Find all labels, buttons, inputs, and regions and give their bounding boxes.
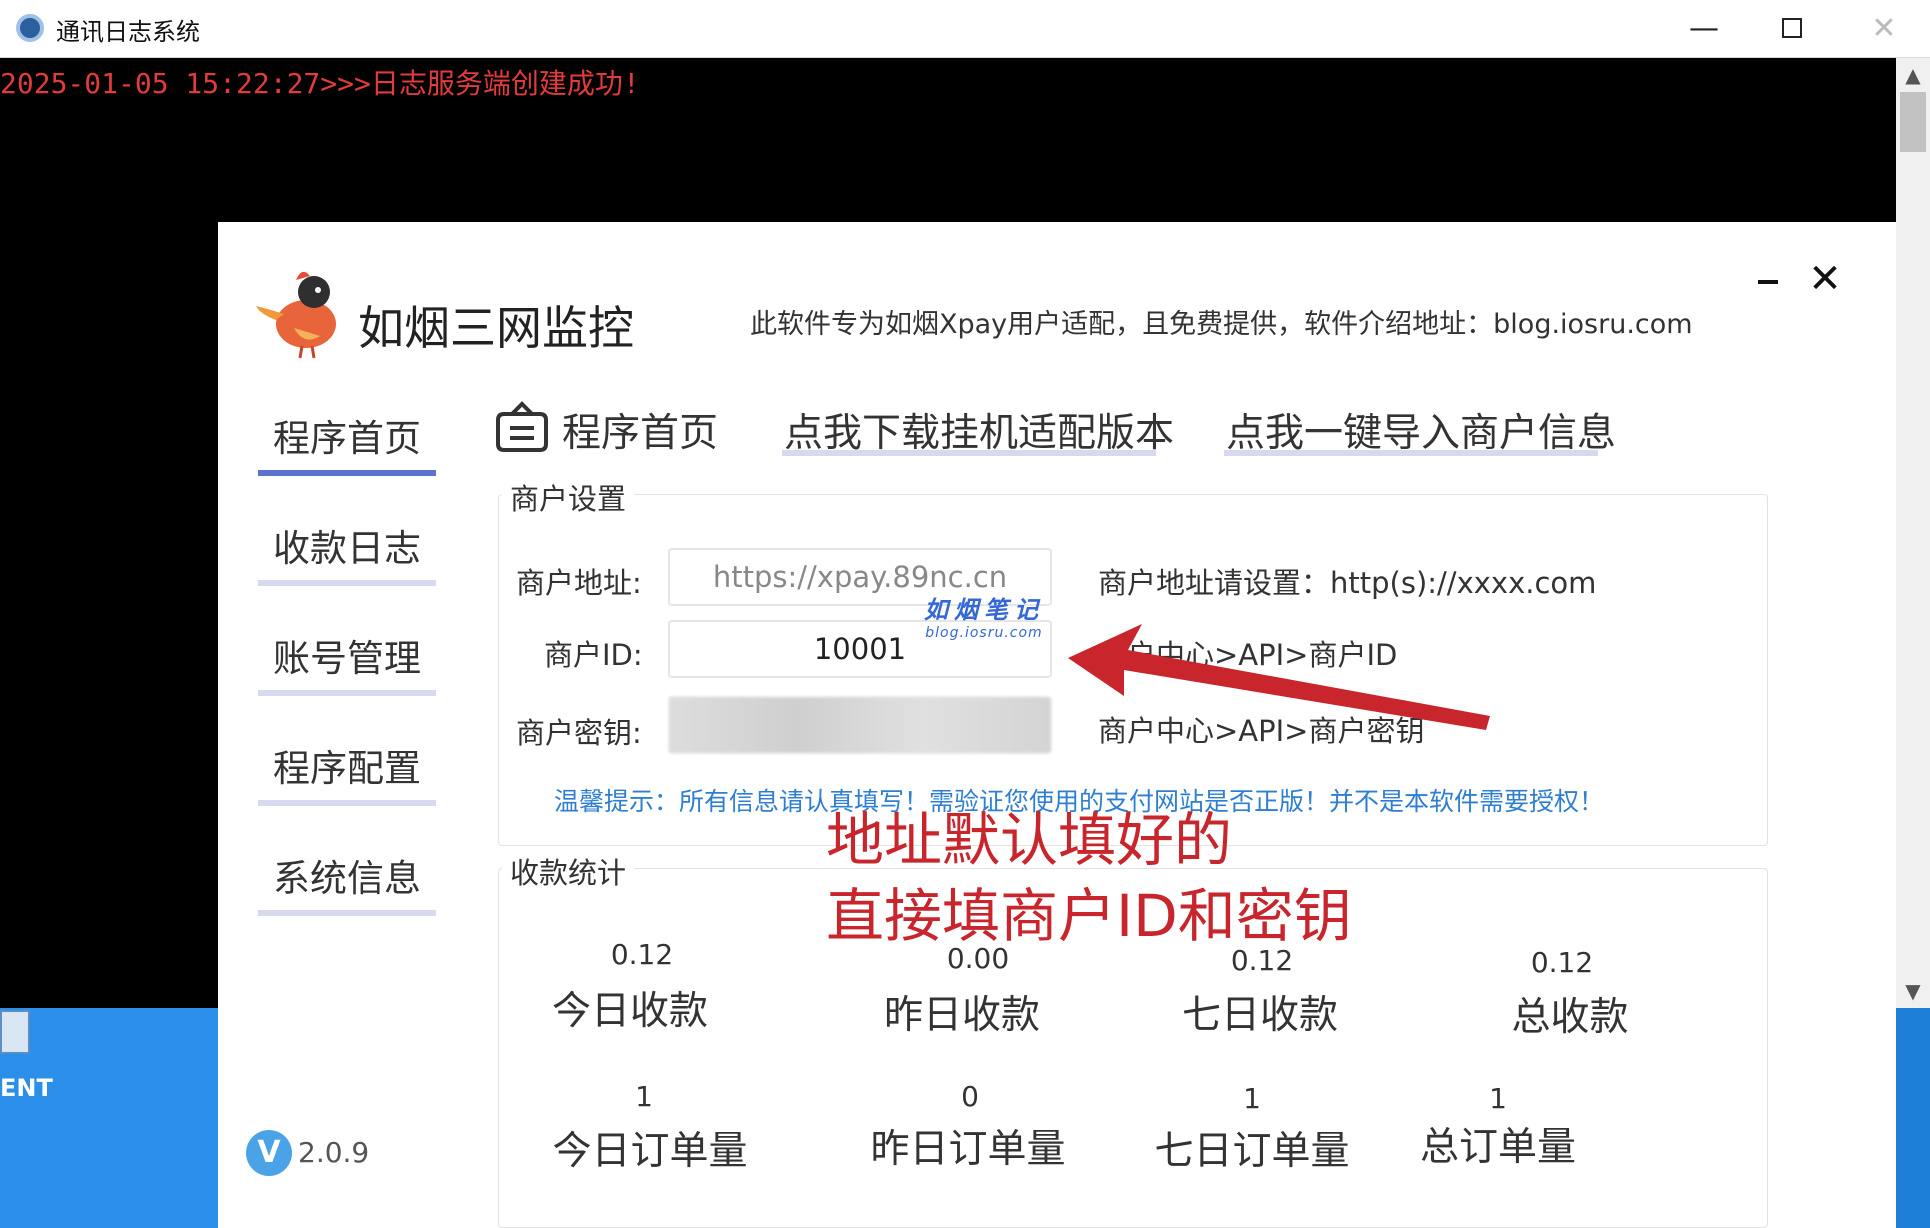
- scroll-down-arrow-icon[interactable]: ▼: [1896, 974, 1930, 1008]
- payment-stats-legend: 收款统计: [502, 850, 635, 892]
- annotation-line-1: 地址默认填好的: [826, 806, 1233, 874]
- sidebar-item-system-info[interactable]: 系统信息: [258, 848, 436, 918]
- merchant-key-label: 商户密钥:: [516, 716, 642, 750]
- bird-logo-icon: [256, 271, 336, 359]
- sidebar-item-label: 收款日志: [273, 527, 421, 570]
- merchant-key-input[interactable]: [668, 696, 1052, 754]
- sidebar-item-home[interactable]: 程序首页: [258, 408, 436, 478]
- today-orders-label: 今日订单量: [552, 1129, 748, 1174]
- app-close-button[interactable]: ✕: [1802, 256, 1848, 302]
- today-amount-label: 今日收款: [551, 989, 708, 1034]
- console-title-bar: 通讯日志系统 — ✕: [0, 0, 1930, 58]
- seven-day-orders-value: 1: [1243, 1082, 1261, 1115]
- total-amount-label: 总收款: [1511, 995, 1629, 1040]
- app-title: 如烟三网监控: [358, 301, 634, 355]
- maximize-button[interactable]: [1748, 0, 1836, 56]
- version-label: 2.0.9: [298, 1136, 370, 1169]
- console-window-title: 通讯日志系统: [56, 18, 200, 46]
- total-orders-label: 总订单量: [1419, 1125, 1576, 1170]
- total-orders-value: 1: [1489, 1082, 1507, 1115]
- merchant-settings-legend: 商户设置: [502, 476, 635, 518]
- tab-underline: [258, 580, 436, 586]
- sidebar-item-label: 系统信息: [273, 857, 421, 900]
- sidebar-item-label: 账号管理: [273, 637, 421, 680]
- sidebar-item-config[interactable]: 程序配置: [258, 738, 436, 808]
- maximize-icon: [1782, 18, 1802, 38]
- console-log-line: 2025-01-05 15:22:27>>>日志服务端创建成功!: [0, 67, 640, 100]
- annotation-arrow-icon: [1068, 624, 1490, 730]
- active-indicator: [258, 470, 436, 476]
- desktop-shortcut-label[interactable]: ENT: [0, 1074, 53, 1102]
- scroll-up-arrow-icon[interactable]: ▲: [1896, 58, 1930, 92]
- tab-underline: [258, 690, 436, 696]
- yesterday-amount-label: 昨日收款: [883, 993, 1040, 1038]
- today-amount-value: 0.12: [610, 938, 674, 971]
- app-minimize-button[interactable]: [1748, 262, 1788, 302]
- total-amount-value: 0.12: [1530, 946, 1594, 979]
- annotation-line-2: 直接填商户ID和密钥: [826, 882, 1352, 950]
- sidebar-item-label: 程序配置: [273, 747, 421, 790]
- watermark-title: 如烟笔记: [924, 596, 1044, 624]
- seven-day-amount-label: 七日收款: [1181, 993, 1338, 1038]
- version-icon: V: [246, 1130, 292, 1176]
- sidebar-item-accounts[interactable]: 账号管理: [258, 628, 436, 698]
- tab-underline: [1224, 450, 1598, 456]
- desktop-background: [0, 1008, 218, 1228]
- tab-underline: [258, 910, 436, 916]
- tab-underline: [258, 800, 436, 806]
- desktop-background-right: [1896, 1008, 1930, 1228]
- yesterday-orders-label: 昨日订单量: [870, 1127, 1066, 1172]
- watermark-url: blog.iosru.com: [925, 625, 1043, 641]
- merchant-address-hint: 商户地址请设置：http(s)://xxxx.com: [1098, 566, 1597, 600]
- tab-home[interactable]: 程序首页: [562, 402, 718, 458]
- annotation-text: 地址默认填好的 直接填商户ID和密钥: [826, 802, 1352, 954]
- app-window: 如烟三网监控 此软件专为如烟Xpay用户适配，且免费提供，软件介绍地址：blog…: [218, 222, 1896, 1228]
- merchant-id-label: 商户ID:: [544, 638, 643, 672]
- sidebar-item-label: 程序首页: [273, 417, 421, 460]
- app-subtitle: 此软件专为如烟Xpay用户适配，且免费提供，软件介绍地址：blog.iosru.…: [750, 309, 1693, 340]
- today-orders-value: 1: [635, 1080, 653, 1113]
- minimize-icon: [1758, 280, 1778, 284]
- yesterday-orders-value: 0: [961, 1080, 979, 1113]
- desktop-shortcut-icon[interactable]: [0, 1010, 30, 1054]
- tab-underline: [782, 450, 1156, 456]
- seven-day-orders-label: 七日订单量: [1154, 1129, 1350, 1174]
- app-icon: [16, 14, 44, 42]
- console-scrollbar[interactable]: ▲ ▼: [1896, 58, 1930, 1008]
- site-watermark: 如烟笔记 blog.iosru.com: [904, 590, 1064, 641]
- close-button[interactable]: ✕: [1840, 0, 1928, 56]
- minimize-button[interactable]: —: [1660, 0, 1748, 56]
- sidebar-item-payment-log[interactable]: 收款日志: [258, 518, 436, 588]
- merchant-address-label: 商户地址:: [516, 566, 642, 600]
- home-tab-icon: [496, 401, 548, 452]
- scroll-thumb[interactable]: [1900, 92, 1926, 152]
